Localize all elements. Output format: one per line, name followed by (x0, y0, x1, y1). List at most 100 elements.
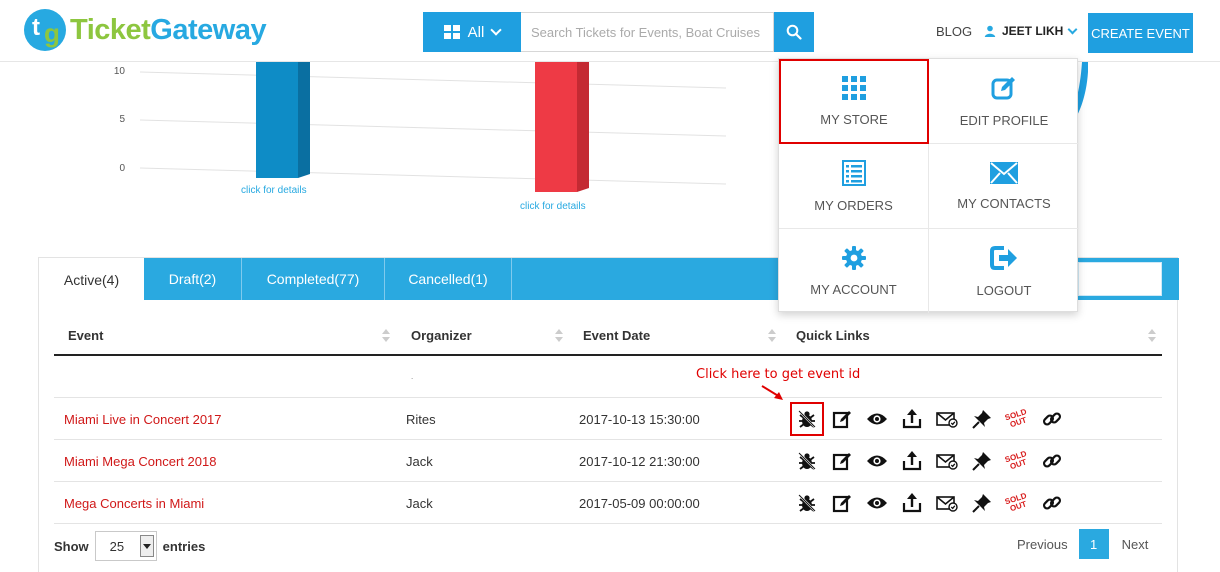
bar-details-link[interactable]: click for details (241, 185, 307, 196)
chart-canvas (139, 62, 727, 192)
column-header-quick-links[interactable]: Quick Links (796, 328, 870, 343)
event-date-cell: 2017-10-12 21:30:00 (579, 454, 700, 469)
annotation-text: Click here to get event id (696, 367, 861, 382)
list-icon (841, 159, 866, 186)
page-number-button[interactable]: 1 (1078, 529, 1109, 559)
menu-item-logout[interactable]: LOGOUT (929, 229, 1079, 313)
table-row: Mega Concerts in Miami Jack 2017-05-09 0… (54, 482, 1162, 524)
blog-link[interactable]: BLOG (936, 24, 972, 39)
category-dropdown-button[interactable]: All (423, 12, 521, 52)
edit-icon[interactable] (831, 408, 853, 430)
logo-text-ticket: Ticket (70, 13, 151, 46)
logout-icon (990, 245, 1017, 270)
tab-active[interactable]: Active(4) (39, 258, 144, 301)
create-event-button[interactable]: CREATE EVENT (1088, 13, 1193, 53)
annotation-arrow-icon (761, 385, 783, 400)
table-row: . (54, 356, 1162, 398)
table-row: Miami Mega Concert 2018 Jack 2017-10-12 … (54, 440, 1162, 482)
search-button[interactable] (774, 12, 814, 52)
organizer-cell: Jack (406, 454, 433, 469)
tab-draft[interactable]: Draft(2) (144, 258, 242, 300)
y-tick-label: 0 (119, 163, 125, 174)
dropdown-arrow-icon (139, 535, 154, 557)
menu-item-my-store[interactable]: MY STORE (779, 59, 929, 144)
upload-icon[interactable] (901, 492, 923, 514)
column-header-event-date[interactable]: Event Date (583, 328, 650, 343)
quick-links: SOLD OUT (796, 449, 1063, 472)
chevron-down-icon (1067, 24, 1078, 34)
entries-select[interactable]: 25 (94, 531, 157, 561)
event-link[interactable]: Mega Concerts in Miami (64, 496, 204, 511)
sort-icon[interactable] (555, 328, 563, 344)
show-label: Show (54, 538, 89, 554)
mail-icon[interactable] (936, 408, 958, 430)
menu-item-label: MY STORE (820, 112, 888, 127)
link-icon[interactable] (1041, 450, 1063, 472)
top-header: tg TicketGateway All BLOG JEET LIKH CREA… (0, 0, 1220, 62)
page-length-control: Show 25 entries (54, 531, 205, 561)
gear-icon (841, 245, 866, 270)
chevron-down-icon (490, 24, 502, 36)
previous-page-button[interactable]: Previous (1006, 529, 1079, 559)
chart-bar-blue[interactable] (256, 62, 298, 178)
menu-item-label: MY CONTACTS (957, 195, 1051, 211)
table-row: Miami Live in Concert 2017 Rites 2017-10… (54, 398, 1162, 440)
eye-icon[interactable] (866, 408, 888, 430)
sold-out-icon[interactable]: SOLD OUT (1004, 491, 1028, 514)
pin-icon[interactable] (971, 450, 993, 472)
menu-item-label: MY ACCOUNT (810, 281, 897, 297)
user-menu[interactable]: JEET LIKH (984, 24, 1078, 38)
bug-icon[interactable] (796, 492, 818, 514)
column-header-event[interactable]: Event (68, 328, 103, 343)
sold-out-icon[interactable]: SOLD OUT (1004, 407, 1028, 430)
table-filter-input[interactable] (1078, 262, 1162, 296)
menu-item-label: MY ORDERS (814, 197, 893, 213)
pagination: Previous 1 Next (1006, 529, 1161, 559)
sort-icon[interactable] (1148, 328, 1156, 344)
pin-icon[interactable] (971, 492, 993, 514)
tab-completed[interactable]: Completed(77) (242, 258, 385, 300)
sold-out-icon[interactable]: SOLD OUT (1004, 449, 1028, 472)
search-bar: All (423, 12, 814, 52)
edit-icon[interactable] (831, 492, 853, 514)
link-icon[interactable] (1041, 492, 1063, 514)
menu-item-label: EDIT PROFILE (959, 112, 1049, 128)
menu-item-my-contacts[interactable]: MY CONTACTS (929, 144, 1079, 229)
bug-icon[interactable] (790, 402, 824, 436)
next-page-button[interactable]: Next (1109, 529, 1162, 559)
quick-links: SOLD OUT (796, 491, 1063, 514)
grid-icon (842, 76, 866, 100)
ticketgateway-logo[interactable]: tg TicketGateway (24, 8, 267, 52)
menu-item-label: LOGOUT (976, 282, 1032, 298)
table-header: Event Organizer Event Date Quick Links (54, 316, 1162, 356)
bar-details-link[interactable]: click for details (520, 201, 586, 212)
eye-icon[interactable] (866, 492, 888, 514)
pin-icon[interactable] (971, 408, 993, 430)
menu-item-my-account[interactable]: MY ACCOUNT (779, 229, 929, 313)
bug-icon[interactable] (796, 450, 818, 472)
entries-value: 25 (109, 538, 125, 554)
mail-icon[interactable] (936, 450, 958, 472)
edit-icon[interactable] (831, 450, 853, 472)
upload-icon[interactable] (901, 408, 923, 430)
upload-icon[interactable] (901, 450, 923, 472)
event-link[interactable]: Miami Live in Concert 2017 (64, 412, 222, 427)
sort-icon[interactable] (382, 328, 390, 344)
menu-item-edit-profile[interactable]: EDIT PROFILE (929, 59, 1079, 144)
tab-cancelled[interactable]: Cancelled(1) (385, 258, 512, 300)
organizer-cell: Jack (406, 496, 433, 511)
link-icon[interactable] (1041, 408, 1063, 430)
user-name: JEET LIKH (1002, 24, 1064, 38)
search-icon (786, 24, 802, 40)
entries-label: entries (162, 538, 206, 554)
column-header-organizer[interactable]: Organizer (411, 328, 472, 343)
menu-item-my-orders[interactable]: MY ORDERS (779, 144, 929, 229)
chart-bar-red[interactable] (535, 62, 577, 192)
events-table: Event Organizer Event Date Quick Links .… (54, 316, 1162, 524)
mail-icon[interactable] (936, 492, 958, 514)
sort-icon[interactable] (768, 328, 776, 344)
event-link[interactable]: Miami Mega Concert 2018 (64, 454, 216, 469)
search-input[interactable] (521, 12, 774, 52)
logo-text-gateway: Gateway (150, 13, 267, 46)
eye-icon[interactable] (866, 450, 888, 472)
